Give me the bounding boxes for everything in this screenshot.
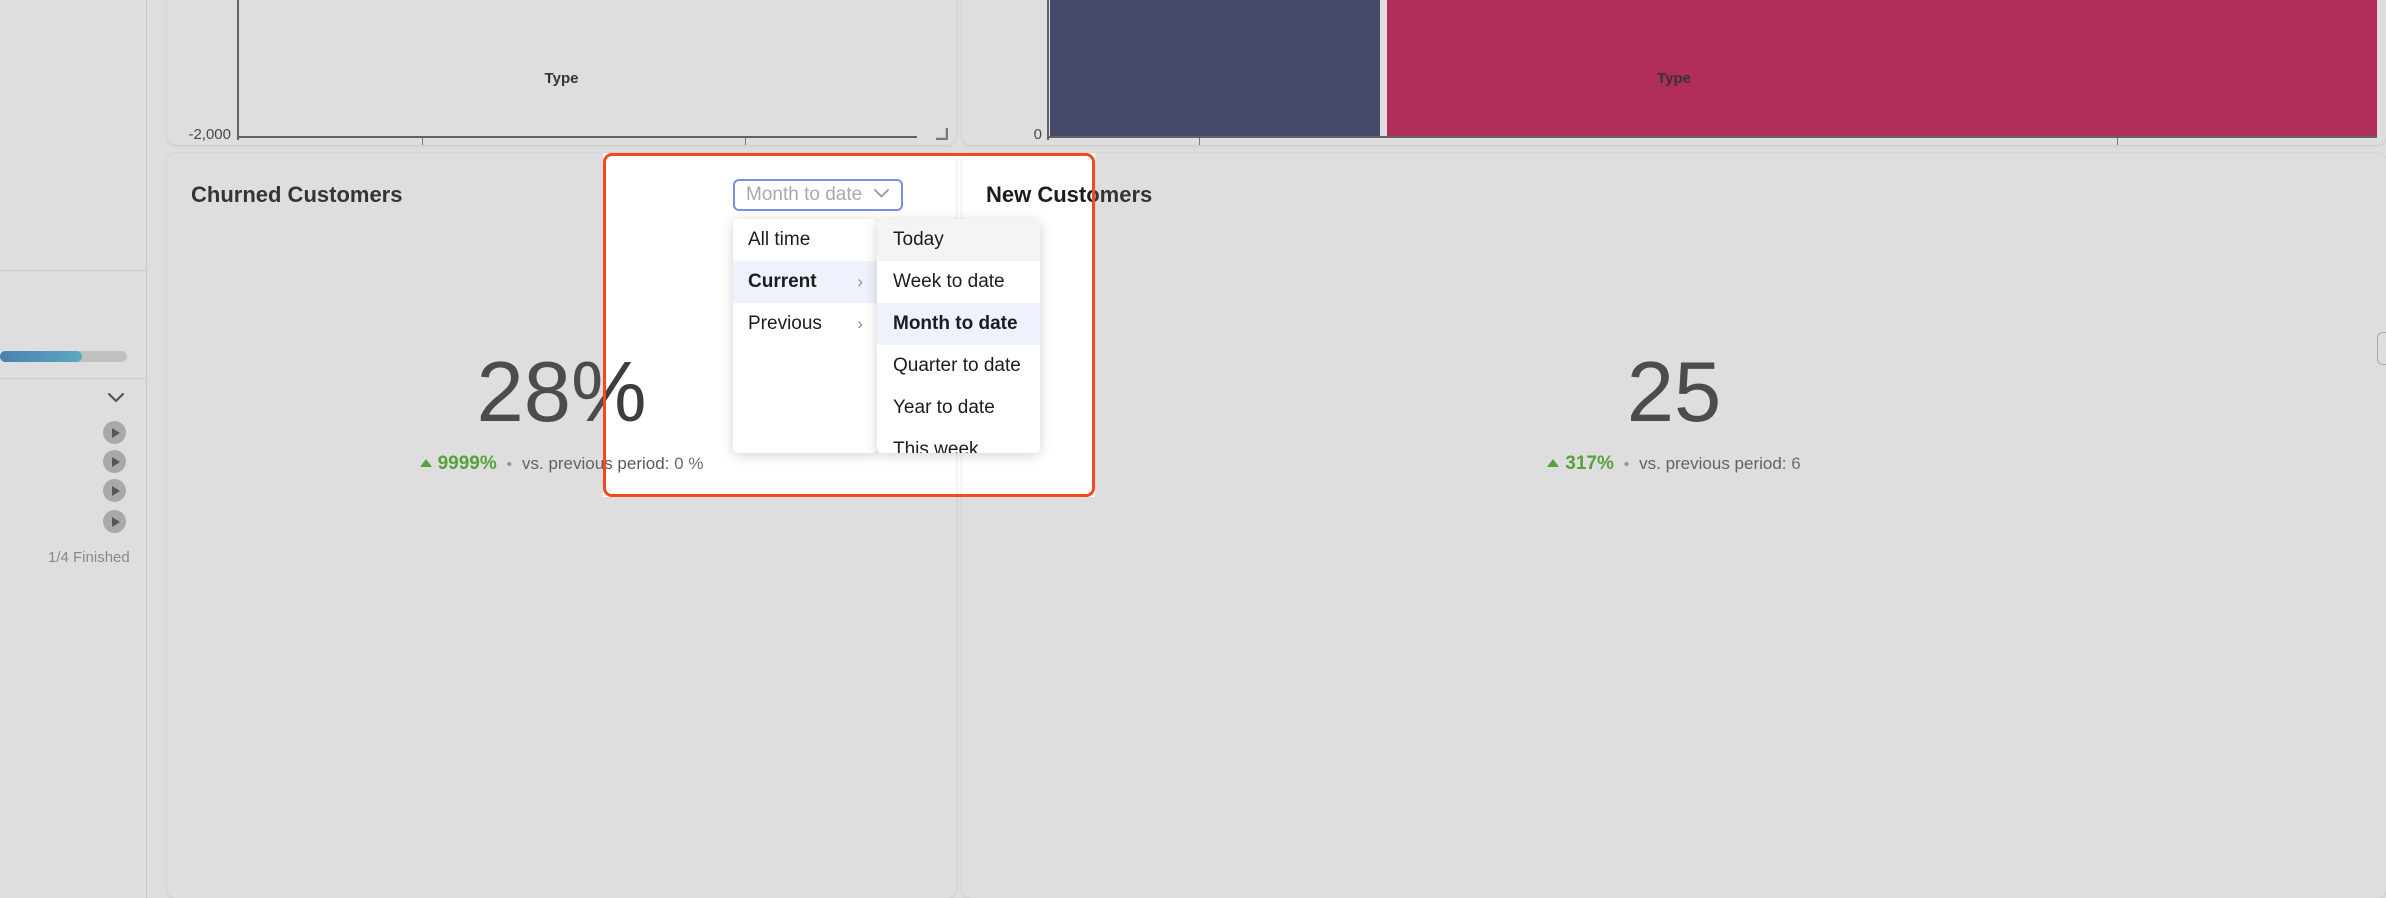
comparison-value: 0 % <box>674 454 704 473</box>
menu-item-today[interactable]: Today <box>877 219 1040 261</box>
menu-item-label: Month to date <box>893 313 1018 334</box>
chevron-right-icon: › <box>857 314 863 333</box>
menu-item-current[interactable]: Current › <box>733 261 877 303</box>
menu-item-label: Previous <box>748 313 822 334</box>
menu-item-month-to-date[interactable]: Month to date <box>877 303 1040 345</box>
menu-item-label: Current <box>748 271 817 292</box>
dim-overlay-left <box>0 0 603 898</box>
menu-item-year-to-date[interactable]: Year to date <box>877 387 1040 429</box>
menu-item-quarter-to-date[interactable]: Quarter to date <box>877 345 1040 387</box>
app-root: 1/4 Finished Total -2,000 charge payout … <box>0 0 2386 898</box>
menu-item-label: This week <box>893 439 979 453</box>
menu-item-this-week[interactable]: This week <box>877 429 1040 453</box>
period-picker-submenu[interactable]: Today Week to date Month to date Quarter… <box>877 219 1040 453</box>
dim-overlay-right <box>1095 0 2386 898</box>
period-picker-menu[interactable]: All time Current › Previous › <box>733 219 877 453</box>
dim-overlay-top <box>603 0 1095 153</box>
chevron-down-icon <box>873 186 890 204</box>
menu-item-previous[interactable]: Previous › <box>733 303 877 345</box>
menu-item-label: Year to date <box>893 397 995 418</box>
menu-item-label: Week to date <box>893 271 1005 292</box>
menu-item-label: All time <box>748 229 811 250</box>
dim-overlay-bottom <box>603 497 1095 898</box>
menu-item-label: Quarter to date <box>893 355 1021 376</box>
period-picker-value: Month to date <box>746 184 863 205</box>
menu-item-week-to-date[interactable]: Week to date <box>877 261 1040 303</box>
menu-item-label: Today <box>893 229 944 250</box>
chevron-right-icon: › <box>857 272 863 291</box>
menu-item-all-time[interactable]: All time <box>733 219 877 261</box>
period-picker-trigger[interactable]: Month to date <box>733 179 903 211</box>
